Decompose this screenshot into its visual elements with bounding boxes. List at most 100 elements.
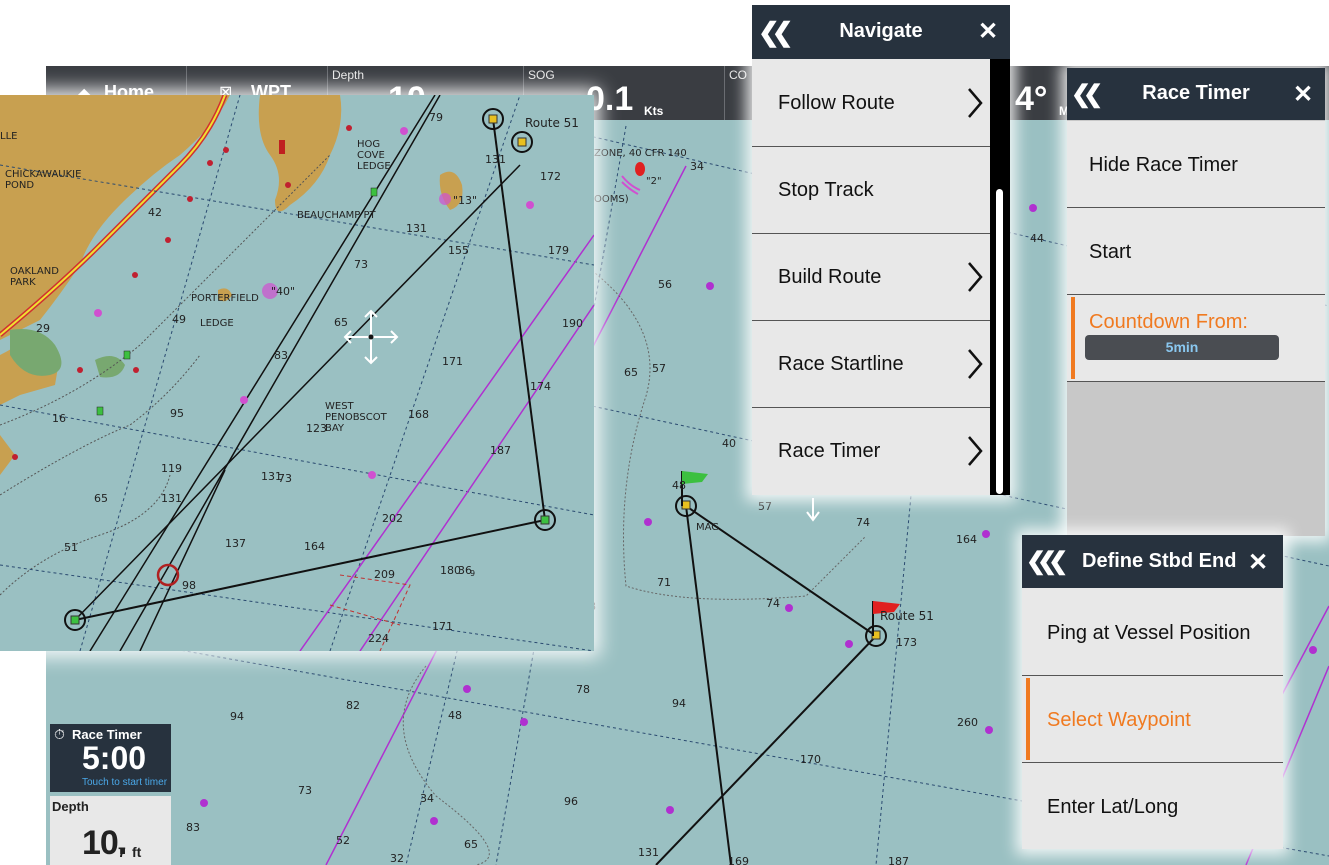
sounding: 172 (540, 170, 561, 183)
sounding: 224 (368, 632, 389, 645)
race-timer-menu-header: ❮❮ Race Timer ✕ (1067, 68, 1325, 120)
countdown-value-field[interactable]: 5min (1085, 335, 1279, 360)
sounding: 131 (406, 222, 427, 235)
menu-item-stop-track[interactable]: Stop Track (752, 147, 990, 234)
close-icon[interactable]: ✕ (1293, 80, 1313, 109)
race-timer-menu: ❮❮ Race Timer ✕ Hide Race Timer Start Co… (1067, 68, 1325, 536)
chevron-right-icon (968, 88, 983, 118)
chevron-right-icon (968, 436, 983, 466)
sounding: 65 (464, 838, 478, 851)
sounding: 32 (390, 852, 404, 865)
sounding: 131 (485, 153, 506, 166)
place-label: PORTERFIELD (191, 293, 259, 304)
countdown-label: Countdown From: (1089, 311, 1248, 333)
sounding: 73 (354, 258, 368, 271)
sounding: 52 (336, 834, 350, 847)
sounding: 164 (956, 533, 977, 546)
sounding: "40" (271, 285, 296, 298)
route-label: Route 51 (525, 116, 579, 130)
chart-label: OOMS) (594, 194, 629, 205)
cog-value: 4° (1015, 80, 1048, 118)
sog-caption: SOG (528, 68, 555, 82)
sounding: 71 (657, 576, 671, 589)
sounding: 119 (161, 462, 182, 475)
sounding: 42 (148, 206, 162, 219)
depth-widget: Depth 10. 7 ft (50, 796, 171, 865)
sounding: 73 (298, 784, 312, 797)
close-icon[interactable]: ✕ (1248, 548, 1268, 577)
define-stbd-end-menu: ❮❮❮ Define Stbd End ✕ Ping at Vessel Pos… (1022, 535, 1283, 849)
menu-item-enter-lat-long[interactable]: Enter Lat/Long (1022, 763, 1283, 849)
sounding: 57 (652, 362, 666, 375)
sounding: 131 (638, 846, 659, 859)
scrollbar-thumb[interactable] (996, 189, 1003, 494)
sounding: 34 (690, 160, 704, 173)
menu-item-hide-race-timer[interactable]: Hide Race Timer (1067, 121, 1325, 208)
sounding: 82 (346, 699, 360, 712)
menu-item-follow-route[interactable]: Follow Route (752, 60, 990, 147)
sounding: 9 (470, 569, 476, 578)
menu-item-race-timer[interactable]: Race Timer (752, 408, 990, 494)
sounding: 179 (548, 244, 569, 257)
menu-item-label: Enter Lat/Long (1047, 796, 1179, 818)
menu-item-label: Ping at Vessel Position (1047, 622, 1251, 644)
sounding: 95 (170, 407, 184, 420)
menu-item-build-route[interactable]: Build Route (752, 234, 990, 321)
navigate-menu-title: Navigate (839, 20, 923, 42)
chart-label: MAG (696, 522, 720, 533)
sounding: 260 (957, 716, 978, 729)
scrollbar[interactable] (990, 59, 1010, 495)
stopwatch-icon: ⏱ (54, 726, 65, 742)
sounding: 44 (1030, 232, 1044, 245)
sounding: 96 (564, 795, 578, 808)
inset-chart[interactable]: LLE CHICKAWAUKIE POND OAKLAND PARK HOG C… (0, 95, 594, 651)
sounding: 16 (52, 412, 66, 425)
menu-item-countdown-from[interactable]: Countdown From: 5min (1067, 295, 1325, 382)
sounding: 57 (758, 500, 772, 513)
depth-widget-decimal: 7 (118, 844, 126, 860)
race-timer-widget[interactable]: ⏱ Race Timer 5:00 Touch to start timer (50, 724, 171, 792)
sounding: 98 (182, 579, 196, 592)
sounding: 83 (274, 349, 288, 362)
sounding: 83 (186, 821, 200, 834)
menu-item-ping-vessel-position[interactable]: Ping at Vessel Position (1022, 589, 1283, 676)
race-timer-value: 5:00 (82, 740, 147, 776)
menu-item-start[interactable]: Start (1067, 208, 1325, 295)
sounding: 48 (672, 479, 686, 492)
close-icon[interactable]: ✕ (978, 17, 998, 46)
place-label: HOG COVE LEDGE (357, 139, 391, 172)
sounding: 40 (722, 437, 736, 450)
sounding: 131 (261, 470, 282, 483)
sounding: 48 (448, 709, 462, 722)
menu-item-select-waypoint[interactable]: Select Waypoint (1022, 676, 1283, 763)
sounding: 174 (530, 380, 551, 393)
define-stbd-end-header: ❮❮❮ Define Stbd End ✕ (1022, 535, 1283, 588)
race-timer-menu-title: Race Timer (1142, 82, 1250, 104)
sounding: 78 (576, 683, 590, 696)
navigate-menu-header: ❮❮ Navigate ✕ (752, 5, 1010, 59)
define-stbd-end-title: Define Stbd End (1082, 550, 1237, 572)
sounding: 51 (64, 541, 78, 554)
menu-item-label: Follow Route (778, 92, 895, 114)
chevron-right-icon (968, 262, 983, 292)
selection-indicator (1026, 678, 1030, 760)
sounding: 187 (490, 444, 511, 457)
sounding: 190 (562, 317, 583, 330)
place-label: OAKLAND PARK (10, 266, 59, 288)
place-label: CHICKAWAUKIE POND (5, 169, 82, 191)
chart-label: "2" (646, 176, 662, 187)
sounding: 65 (334, 316, 348, 329)
sounding: 94 (672, 697, 686, 710)
sounding: 173 (896, 636, 917, 649)
sounding: 74 (856, 516, 870, 529)
sounding: 65 (94, 492, 108, 505)
sounding: 137 (225, 537, 246, 550)
triple-chevron-left-icon[interactable]: ❮❮❮ (1026, 547, 1068, 576)
menu-item-label: Select Waypoint (1047, 709, 1191, 731)
sounding: 164 (304, 540, 325, 553)
sounding: 168 (408, 408, 429, 421)
place-label: LEDGE (200, 318, 234, 329)
menu-item-race-startline[interactable]: Race Startline (752, 321, 990, 408)
selection-indicator (1071, 297, 1075, 379)
sounding: 49 (172, 313, 186, 326)
